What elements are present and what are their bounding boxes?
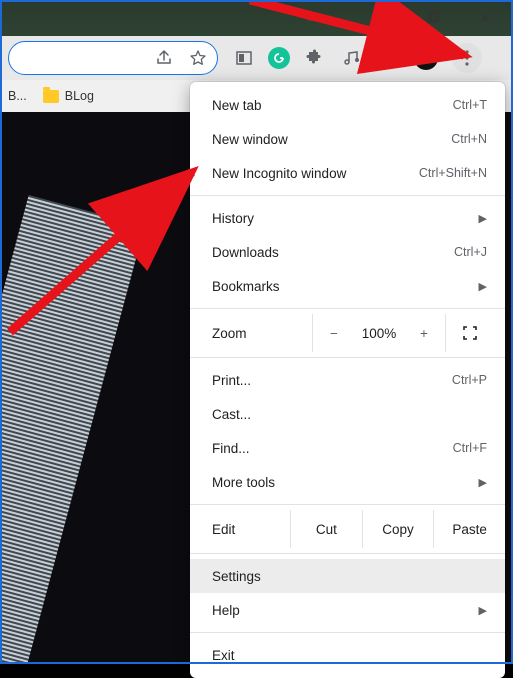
- extensions-button[interactable]: [300, 44, 328, 72]
- more-menu-button[interactable]: [452, 43, 482, 73]
- bookmark-label: B...: [8, 89, 27, 103]
- menu-item-find[interactable]: Find... Ctrl+F: [190, 431, 505, 465]
- extension-grammarly-button[interactable]: [268, 47, 290, 69]
- profile-avatar[interactable]: [414, 46, 438, 70]
- menu-label: Bookmarks: [212, 279, 469, 294]
- menu-item-exit[interactable]: Exit: [190, 638, 505, 672]
- toolbar-icons: [230, 43, 482, 73]
- folder-icon: [43, 90, 59, 103]
- submenu-arrow-icon: ▶: [479, 280, 487, 293]
- submenu-arrow-icon: ▶: [479, 476, 487, 489]
- menu-item-help[interactable]: Help ▶: [190, 593, 505, 627]
- menu-separator: [190, 308, 505, 309]
- menu-label: Help: [212, 603, 469, 618]
- menu-shortcut: Ctrl+F: [453, 441, 487, 455]
- kebab-icon: [465, 50, 469, 66]
- menu-item-downloads[interactable]: Downloads Ctrl+J: [190, 235, 505, 269]
- menu-label: New Incognito window: [212, 166, 419, 181]
- menu-label: Settings: [212, 569, 487, 584]
- bookmark-star-icon[interactable]: [189, 49, 207, 67]
- close-icon: [478, 11, 492, 25]
- menu-separator: [190, 504, 505, 505]
- puzzle-icon: [305, 49, 323, 67]
- tab-search-button[interactable]: [290, 3, 330, 33]
- menu-label: New tab: [212, 98, 453, 113]
- menu-shortcut: Ctrl+P: [452, 373, 487, 387]
- bookmark-label: BLog: [65, 89, 94, 103]
- menu-item-new-incognito[interactable]: New Incognito window Ctrl+Shift+N: [190, 156, 505, 190]
- menu-separator: [190, 632, 505, 633]
- side-panel-button[interactable]: [376, 44, 404, 72]
- menu-item-new-window[interactable]: New window Ctrl+N: [190, 122, 505, 156]
- menu-label: Edit: [190, 510, 290, 548]
- zoom-in-button[interactable]: +: [403, 314, 445, 352]
- edit-paste-button[interactable]: Paste: [433, 510, 505, 548]
- menu-item-bookmarks[interactable]: Bookmarks ▶: [190, 269, 505, 303]
- reading-list-button[interactable]: [230, 44, 258, 72]
- browser-toolbar: [0, 36, 513, 80]
- submenu-arrow-icon: ▶: [479, 604, 487, 617]
- zoom-percent: 100%: [355, 326, 403, 341]
- menu-label: Print...: [212, 373, 452, 388]
- menu-shortcut: Ctrl+N: [451, 132, 487, 146]
- menu-shortcut: Ctrl+J: [454, 245, 487, 259]
- menu-shortcut: Ctrl+T: [453, 98, 487, 112]
- menu-item-print[interactable]: Print... Ctrl+P: [190, 363, 505, 397]
- menu-item-edit: Edit Cut Copy Paste: [190, 510, 505, 548]
- address-bar[interactable]: [8, 41, 218, 75]
- menu-label: Zoom: [190, 326, 312, 341]
- menu-item-zoom: Zoom − 100% +: [190, 314, 505, 352]
- menu-label: New window: [212, 132, 451, 147]
- maximize-button[interactable]: [411, 3, 455, 33]
- menu-shortcut: Ctrl+Shift+N: [419, 166, 487, 180]
- bookmark-folder[interactable]: BLog: [43, 89, 94, 103]
- close-button[interactable]: [463, 3, 507, 33]
- menu-separator: [190, 357, 505, 358]
- submenu-arrow-icon: ▶: [479, 212, 487, 225]
- grammarly-icon: [270, 49, 288, 67]
- menu-label: Downloads: [212, 245, 454, 260]
- fullscreen-button[interactable]: [446, 325, 494, 341]
- chevron-down-icon: [301, 9, 319, 27]
- menu-item-settings[interactable]: Settings: [190, 559, 505, 593]
- menu-label: History: [212, 211, 469, 226]
- edit-copy-button[interactable]: Copy: [362, 510, 434, 548]
- bookmark-folder[interactable]: B...: [8, 89, 27, 103]
- menu-item-new-tab[interactable]: New tab Ctrl+T: [190, 88, 505, 122]
- maximize-icon: [426, 11, 440, 25]
- menu-separator: [190, 553, 505, 554]
- menu-item-more-tools[interactable]: More tools ▶: [190, 465, 505, 499]
- minimize-button[interactable]: [359, 3, 403, 33]
- menu-item-cast[interactable]: Cast...: [190, 397, 505, 431]
- menu-label: Exit: [212, 648, 487, 663]
- minimize-icon: [374, 11, 388, 25]
- menu-separator: [190, 195, 505, 196]
- share-icon[interactable]: [155, 49, 173, 67]
- edit-cut-button[interactable]: Cut: [290, 510, 362, 548]
- chrome-menu: New tab Ctrl+T New window Ctrl+N New Inc…: [190, 82, 505, 678]
- menu-label: More tools: [212, 475, 469, 490]
- menu-item-history[interactable]: History ▶: [190, 201, 505, 235]
- media-button[interactable]: [338, 44, 366, 72]
- panel-icon: [381, 49, 399, 67]
- music-icon: [343, 49, 361, 67]
- menu-label: Find...: [212, 441, 453, 456]
- menu-label: Cast...: [212, 407, 487, 422]
- background-image: [2, 195, 145, 662]
- zoom-out-button[interactable]: −: [313, 314, 355, 352]
- fullscreen-icon: [462, 325, 478, 341]
- reading-list-icon: [235, 49, 253, 67]
- window-titlebar: [0, 0, 513, 36]
